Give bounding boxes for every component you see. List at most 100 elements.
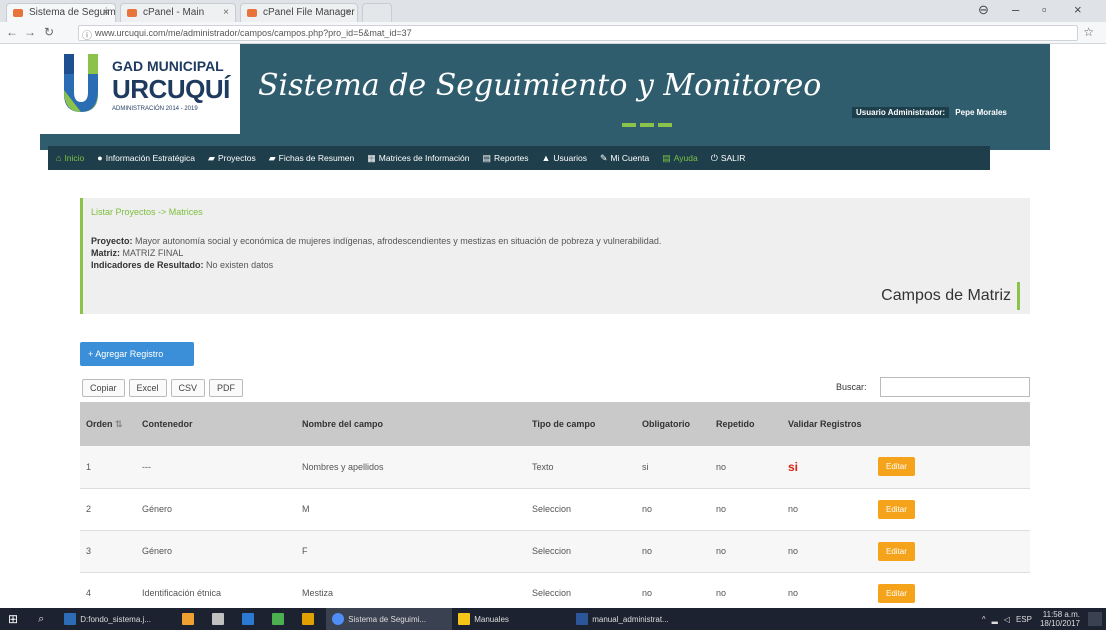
site-title: Sistema de Seguimiento y Monitoreo — [258, 68, 822, 103]
column-header-repetido[interactable]: Repetido — [710, 402, 782, 446]
table-row: 1 --- Nombres y apellidos Texto si no si… — [80, 446, 1030, 489]
cell-repetido: no — [710, 488, 782, 531]
app-icon — [242, 613, 255, 625]
column-header-actions — [872, 402, 1030, 446]
bookmark-star-icon[interactable]: ☆ — [1083, 25, 1094, 39]
cell-orden: 2 — [80, 488, 136, 531]
cell-validar: si — [782, 446, 872, 489]
matriz-line: Matriz: MATRIZ FINAL — [91, 248, 183, 258]
taskbar-label: D:fondo_sistema.j... — [80, 614, 151, 624]
minimize-icon[interactable]: – — [1012, 2, 1019, 17]
new-tab-button[interactable] — [362, 3, 392, 22]
nav-item-fichas[interactable]: ▰ Fichas de Resumen — [269, 153, 355, 164]
profile-icon[interactable]: ⊖ — [978, 2, 989, 18]
cell-nombre: Nombres y apellidos — [296, 446, 526, 489]
taskbar-item-1[interactable]: D:fondo_sistema.j... — [58, 608, 176, 630]
nav-item-usuarios[interactable]: ▲ Usuarios — [541, 153, 586, 163]
taskbar-item-9[interactable]: manual_administrat... — [570, 608, 696, 630]
browser-tab-3[interactable]: cPanel File Manager v3 × — [240, 3, 358, 22]
breadcrumb[interactable]: Listar Proyectos -> Matrices — [91, 207, 203, 217]
url-text: www.urcuqui.com/me/administrador/campos/… — [95, 28, 412, 38]
cell-obligatorio: si — [636, 446, 710, 489]
logo[interactable]: GAD MUNICIPAL URCUQUÍ ADMINISTRACIÓN 201… — [40, 44, 240, 134]
proyecto-value: Mayor autonomía social y económica de mu… — [135, 236, 662, 246]
nav-item-ayuda[interactable]: ▤ Ayuda — [662, 153, 697, 164]
user-icon: ▲ — [541, 153, 551, 163]
info-icon[interactable]: ⓘ — [82, 27, 92, 40]
nav-item-mi-cuenta[interactable]: ✎ Mi Cuenta — [600, 153, 649, 164]
maximize-icon[interactable]: ▫ — [1042, 2, 1047, 17]
title-accent-bar — [622, 118, 682, 127]
cell-contenedor: Género — [136, 530, 296, 573]
column-header-orden[interactable]: Orden ⇅ — [80, 402, 136, 446]
nav-item-informacion[interactable]: ● Información Estratégica — [97, 153, 195, 163]
report-icon: ▤ — [482, 152, 491, 163]
nav-item-matrices[interactable]: ▦ Matrices de Información — [367, 153, 469, 164]
taskbar-item-6[interactable] — [296, 608, 326, 630]
excel-button[interactable]: Excel — [128, 379, 167, 397]
search-icon[interactable]: ⌕ — [32, 608, 58, 630]
close-tab-icon[interactable]: × — [103, 7, 109, 18]
reload-icon[interactable]: ↻ — [44, 25, 54, 39]
taskbar-item-3[interactable] — [206, 608, 236, 630]
taskbar-item-5[interactable] — [266, 608, 296, 630]
user-info: Usuario Administrador: Pepe Morales — [852, 107, 1011, 122]
taskbar-item-4[interactable] — [236, 608, 266, 630]
column-header-tipo[interactable]: Tipo de campo — [526, 402, 636, 446]
csv-button[interactable]: CSV — [170, 379, 206, 397]
windows-start-icon[interactable]: ⊞ — [0, 608, 32, 630]
edit-button[interactable]: Editar — [878, 583, 915, 603]
nav-item-reportes[interactable]: ▤ Reportes — [482, 153, 528, 164]
volume-icon[interactable]: ◁ — [1004, 615, 1010, 624]
browser-tab-label: cPanel File Manager v3 — [263, 7, 358, 18]
search-input[interactable] — [880, 377, 1030, 397]
add-record-button[interactable]: + Agregar Registro — [80, 342, 194, 366]
nav-label: Fichas de Resumen — [278, 153, 355, 163]
forward-icon[interactable]: → — [24, 25, 36, 39]
copy-button[interactable]: Copiar — [82, 379, 125, 397]
nav-item-proyectos[interactable]: ▰ Proyectos — [208, 153, 256, 164]
power-icon: ⏻ — [710, 152, 718, 163]
column-header-contenedor[interactable]: Contenedor — [136, 402, 296, 446]
edit-button[interactable]: Editar — [878, 541, 915, 561]
clock[interactable]: 11:58 a.m. 18/10/2017 — [1040, 610, 1080, 628]
table-row: 2 Género M Seleccion no no no Editar — [80, 488, 1030, 531]
cell-nombre: M — [296, 488, 526, 531]
nav-item-inicio[interactable]: ⌂ Inicio — [56, 153, 84, 163]
network-icon[interactable]: ▂ — [992, 615, 998, 624]
app-icon — [212, 613, 225, 625]
nav-label: Ayuda — [673, 153, 698, 163]
nav-item-salir[interactable]: ⏻ SALIR — [711, 153, 746, 164]
fields-table: Orden ⇅ Contenedor Nombre del campo Tipo… — [80, 402, 1030, 615]
app-icon — [64, 613, 77, 625]
close-window-icon[interactable]: × — [1074, 2, 1082, 17]
edit-button[interactable]: Editar — [878, 457, 915, 477]
url-input[interactable]: ⓘ www.urcuqui.com/me/administrador/campo… — [78, 25, 1078, 41]
taskbar-item-8[interactable]: Manuales — [452, 608, 570, 630]
language-indicator[interactable]: ESP — [1016, 615, 1032, 624]
app-icon — [302, 613, 315, 625]
cell-orden: 3 — [80, 530, 136, 573]
taskbar-item-7[interactable]: Sistema de Seguimi... — [326, 608, 453, 630]
nav-label: Mi Cuenta — [610, 153, 650, 163]
browser-tab-1[interactable]: Sistema de Seguimien × — [6, 3, 116, 22]
column-header-validar[interactable]: Validar Registros — [782, 402, 872, 446]
tray-up-icon[interactable]: ^ — [982, 615, 986, 624]
column-header-nombre[interactable]: Nombre del campo — [296, 402, 526, 446]
close-tab-icon[interactable]: × — [223, 7, 229, 18]
taskbar-label: Manuales — [474, 614, 509, 624]
nav-label: Usuarios — [553, 153, 587, 163]
edit-button[interactable]: Editar — [878, 499, 915, 519]
cell-repetido: no — [710, 446, 782, 489]
column-header-obligatorio[interactable]: Obligatorio — [636, 402, 710, 446]
taskbar-item-2[interactable] — [176, 608, 206, 630]
cell-validar: no — [782, 530, 872, 573]
nav-label: Información Estratégica — [105, 153, 196, 163]
book-icon: ▰ — [208, 152, 215, 163]
close-tab-icon[interactable]: × — [345, 7, 351, 18]
pdf-button[interactable]: PDF — [209, 379, 244, 397]
browser-tab-2[interactable]: cPanel - Main × — [120, 3, 236, 22]
back-icon[interactable]: ← — [6, 25, 18, 39]
cell-obligatorio: no — [636, 530, 710, 573]
notifications-icon[interactable] — [1088, 612, 1102, 626]
